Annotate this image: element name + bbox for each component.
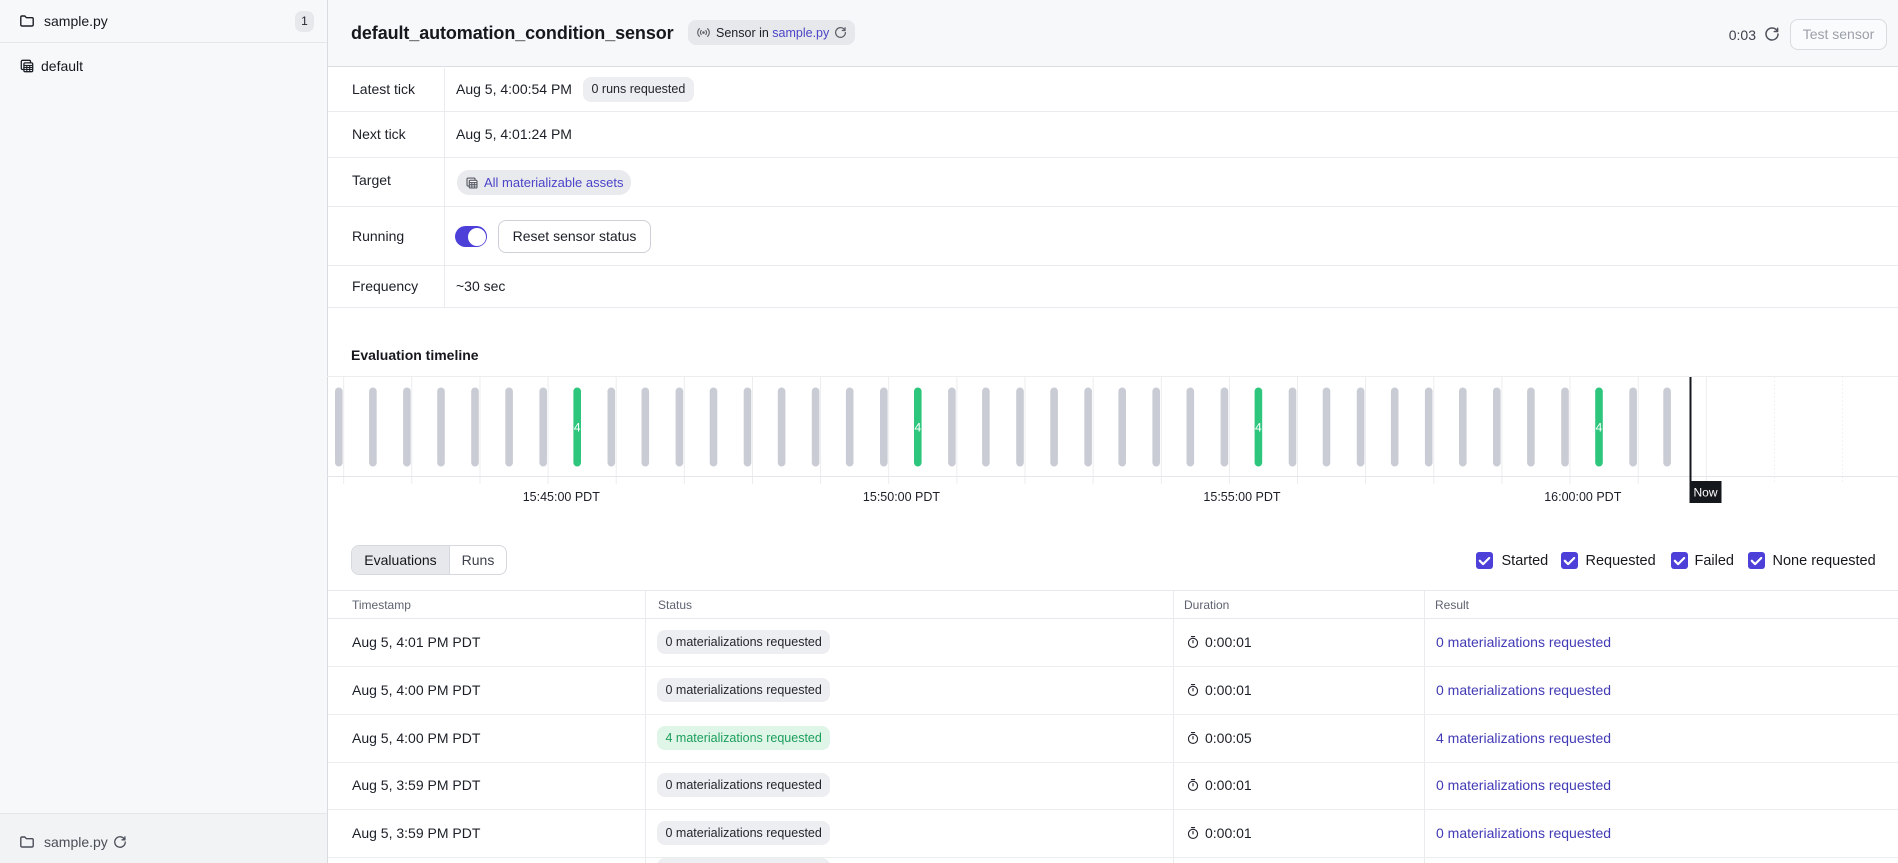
- svg-text:4: 4: [914, 421, 921, 435]
- svg-text:4: 4: [574, 421, 581, 435]
- svg-text:16:00:00 PDT: 16:00:00 PDT: [1544, 490, 1621, 504]
- svg-text:4: 4: [1255, 421, 1262, 435]
- svg-text:4: 4: [1596, 421, 1603, 435]
- svg-text:15:55:00 PDT: 15:55:00 PDT: [1203, 490, 1280, 504]
- svg-text:15:45:00 PDT: 15:45:00 PDT: [523, 490, 600, 504]
- svg-text:Now: Now: [1693, 486, 1717, 500]
- svg-text:15:50:00 PDT: 15:50:00 PDT: [863, 490, 940, 504]
